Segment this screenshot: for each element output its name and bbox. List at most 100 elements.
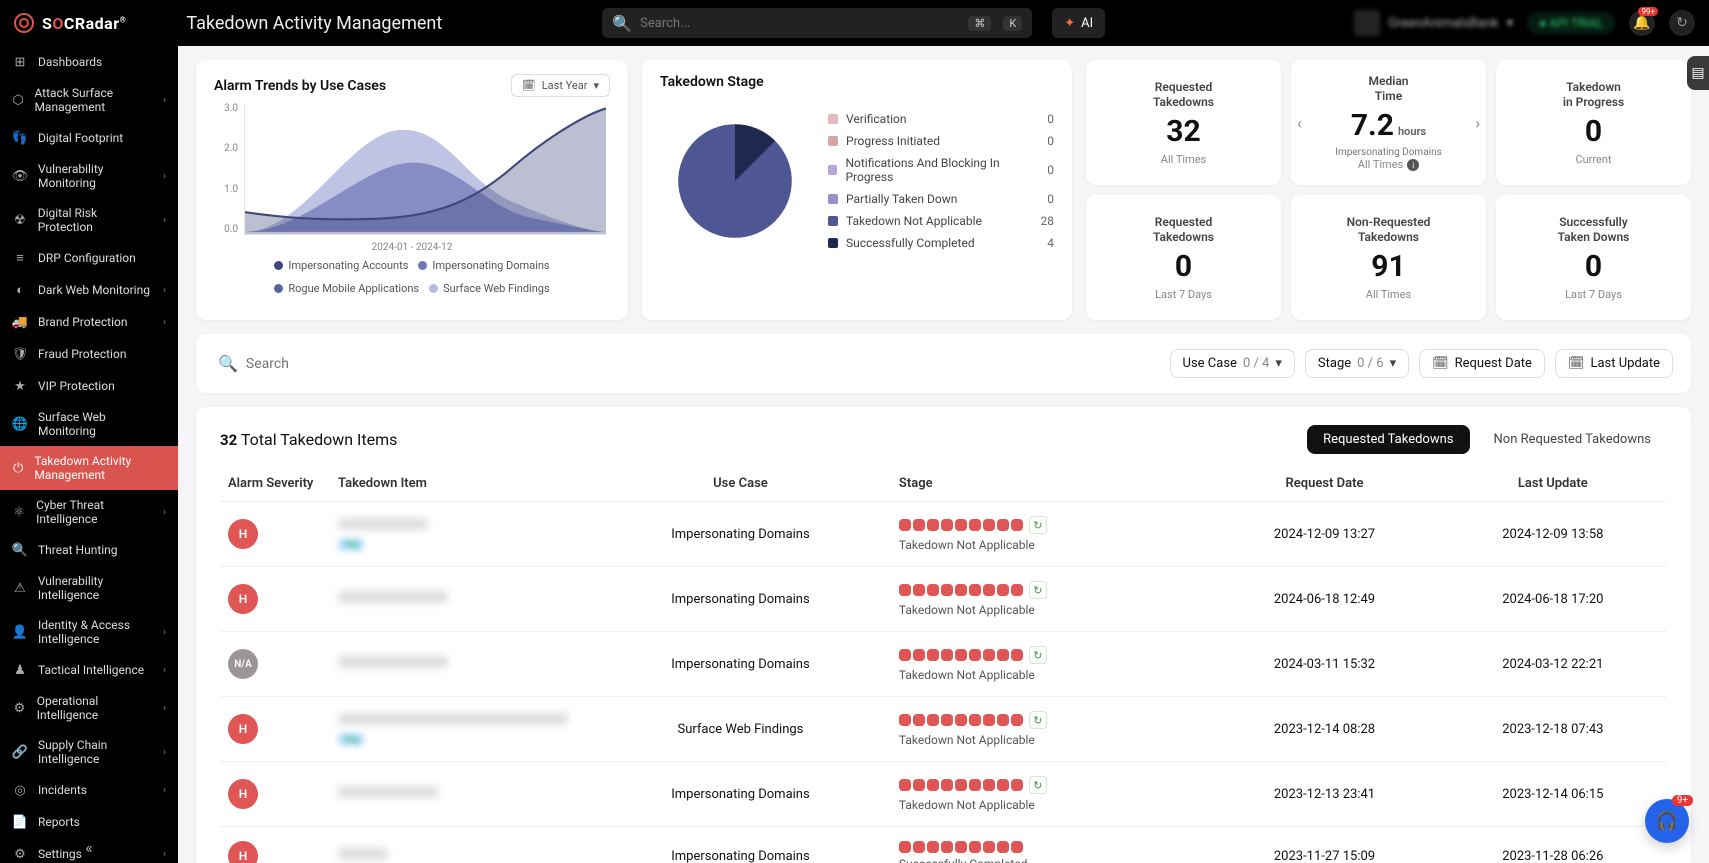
table-row[interactable]: H tag Surface Web Findings ↻Takedown Not… [220,697,1667,762]
column-header[interactable]: Request Date [1210,466,1438,502]
severity-badge: H [228,519,258,549]
table-row[interactable]: H Impersonating Domains Successfully Com… [220,827,1667,863]
retry-icon[interactable]: ↻ [1029,581,1047,599]
sidebar-item-vulnerability-intelligence[interactable]: ⚠Vulnerability Intelligence [0,566,178,610]
kpi-title: Non-Requested Takedowns [1347,215,1431,245]
alarm-trends-card: Alarm Trends by Use Cases 🗓 Last Year ▾ … [196,60,628,320]
nav-icon: 🌐 [12,416,28,432]
tab-non-requested[interactable]: Non Requested Takedowns [1478,425,1667,454]
ai-button[interactable]: ✦ AI [1052,8,1105,38]
brand-logo[interactable]: SOCRadar® [14,13,126,33]
side-drawer-toggle[interactable]: ▤ [1687,56,1709,90]
stage-legend-item: Takedown Not Applicable28 [828,214,1054,228]
sidebar-item-digital-footprint[interactable]: 👣Digital Footprint [0,122,178,154]
item-tag-redacted: tag [338,733,364,746]
history-button[interactable]: ↻ [1669,10,1695,36]
kpi-card: Requested Takedowns0Last 7 Days [1086,195,1281,320]
chevron-right-icon: › [163,703,166,714]
chevron-right-icon: › [163,171,166,182]
legend-swatch [429,284,438,293]
sidebar-item-surface-web-monitoring[interactable]: 🌐Surface Web Monitoring [0,402,178,446]
sidebar-item-vulnerability-monitoring[interactable]: 👁Vulnerability Monitoring› [0,154,178,198]
notifications-button[interactable]: 🔔 99+ [1629,10,1655,36]
legend-item[interactable]: Impersonating Accounts [274,259,408,272]
sidebar-item-brand-protection[interactable]: 🚚Brand Protection› [0,306,178,338]
request-date-cell: 2024-03-11 15:32 [1210,632,1438,697]
column-header[interactable]: Stage [891,466,1210,502]
use-case-cell: Impersonating Domains [590,762,891,827]
request-date-cell: 2023-12-13 23:41 [1210,762,1438,827]
legend-swatch [828,216,838,226]
nav-icon: ⊞ [12,54,28,70]
sidebar: ⊞Dashboards⬡Attack Surface Management›👣D… [0,46,178,863]
legend-item[interactable]: Surface Web Findings [429,282,550,295]
tab-requested[interactable]: Requested Takedowns [1307,425,1469,454]
global-search[interactable]: 🔍 ⌘ K [602,8,1032,38]
severity-badge: H [228,841,258,863]
sidebar-collapse[interactable]: « [0,834,178,861]
org-selector[interactable]: GreenAnimalsBank ▾ [1354,10,1513,36]
info-icon[interactable]: i [1407,159,1419,171]
sidebar-item-label: Fraud Protection [38,347,126,361]
sidebar-item-operational-intelligence[interactable]: ⚙Operational Intelligence› [0,686,178,730]
prev-icon[interactable]: ‹ [1297,113,1302,132]
sidebar-item-attack-surface-management[interactable]: ⬡Attack Surface Management› [0,78,178,122]
legend-item[interactable]: Rogue Mobile Applications [274,282,419,295]
chevron-right-icon: › [163,317,166,328]
sidebar-item-identity-access-intelligence[interactable]: 👤Identity & Access Intelligence› [0,610,178,654]
next-icon[interactable]: › [1475,113,1480,132]
column-header[interactable]: Takedown Item [330,466,590,502]
table-row[interactable]: N/A Impersonating Domains ↻Takedown Not … [220,632,1667,697]
table-search[interactable]: 🔍 [214,348,1160,379]
nav-icon: ⚛ [12,504,26,520]
sidebar-item-threat-hunting[interactable]: 🔍Threat Hunting [0,534,178,566]
legend-swatch [828,194,838,204]
retry-icon[interactable]: ↻ [1029,776,1047,794]
sidebar-item-tactical-intelligence[interactable]: ♟Tactical Intelligence› [0,654,178,686]
sidebar-item-cyber-threat-intelligence[interactable]: ⚛Cyber Threat Intelligence› [0,490,178,534]
sidebar-item-dashboards[interactable]: ⊞Dashboards [0,46,178,78]
column-header[interactable]: Use Case [590,466,891,502]
support-chat-button[interactable]: 🎧 9+ [1645,799,1689,843]
table-row[interactable]: H Impersonating Domains ↻Takedown Not Ap… [220,567,1667,632]
kpi-title: Successfully Taken Downs [1558,215,1630,245]
filter-last-update[interactable]: 🗓Last Update [1555,349,1673,378]
alarm-trends-chart: 3.02.01.00.0 2024-01 - 2024-12 [214,103,610,253]
retry-icon[interactable]: ↻ [1029,711,1047,729]
request-date-cell: 2023-12-14 08:28 [1210,697,1438,762]
retry-icon[interactable]: ↻ [1029,646,1047,664]
sidebar-item-label: Brand Protection [38,315,127,329]
legend-item[interactable]: Impersonating Domains [418,259,549,272]
sidebar-item-takedown-activity-management[interactable]: ⏻ Takedown Activity Management [0,446,178,490]
sidebar-item-fraud-protection[interactable]: 🛡Fraud Protection [0,338,178,370]
sidebar-item-drp-configuration[interactable]: ≡DRP Configuration [0,242,178,274]
sidebar-item-incidents[interactable]: ◎Incidents› [0,774,178,806]
sidebar-item-vip-protection[interactable]: ★VIP Protection [0,370,178,402]
table-row[interactable]: H Impersonating Domains ↻Takedown Not Ap… [220,762,1667,827]
nav-icon: 🔍 [12,542,28,558]
nav-icon: ⏻ [12,460,24,476]
column-header[interactable]: Alarm Severity [220,466,330,502]
chevron-right-icon: › [163,285,166,296]
table-row[interactable]: H tag Impersonating Domains ↻Takedown No… [220,502,1667,567]
sidebar-item-label: DRP Configuration [38,251,136,265]
sidebar-item-label: Takedown Activity Management [34,454,166,482]
stage-legend-item: Progress Initiated0 [828,134,1054,148]
retry-icon[interactable]: ↻ [1029,516,1047,534]
stage-cell: ↻Takedown Not Applicable [899,581,1202,617]
table-search-input[interactable] [246,356,446,372]
sidebar-item-supply-chain-intelligence[interactable]: 🔗Supply Chain Intelligence› [0,730,178,774]
last-update-cell: 2024-03-12 22:21 [1439,632,1667,697]
date-range-button[interactable]: 🗓 Last Year ▾ [511,74,610,97]
sidebar-item-dark-web-monitoring[interactable]: ◐Dark Web Monitoring› [0,274,178,306]
sidebar-item-digital-risk-protection[interactable]: ☢Digital Risk Protection› [0,198,178,242]
column-header[interactable]: Last Update [1439,466,1667,502]
search-input[interactable] [640,16,956,31]
last-update-cell: 2023-12-18 07:43 [1439,697,1667,762]
nav-icon: ◐ [12,282,28,298]
filter-stage[interactable]: Stage0 / 6▾ [1305,349,1409,378]
trial-badge[interactable]: ● API TRIAL [1527,12,1615,34]
filter-use-case[interactable]: Use Case0 / 4▾ [1170,349,1295,378]
filter-request-date[interactable]: 🗓Request Date [1419,349,1545,378]
sidebar-item-label: Reports [38,815,80,829]
